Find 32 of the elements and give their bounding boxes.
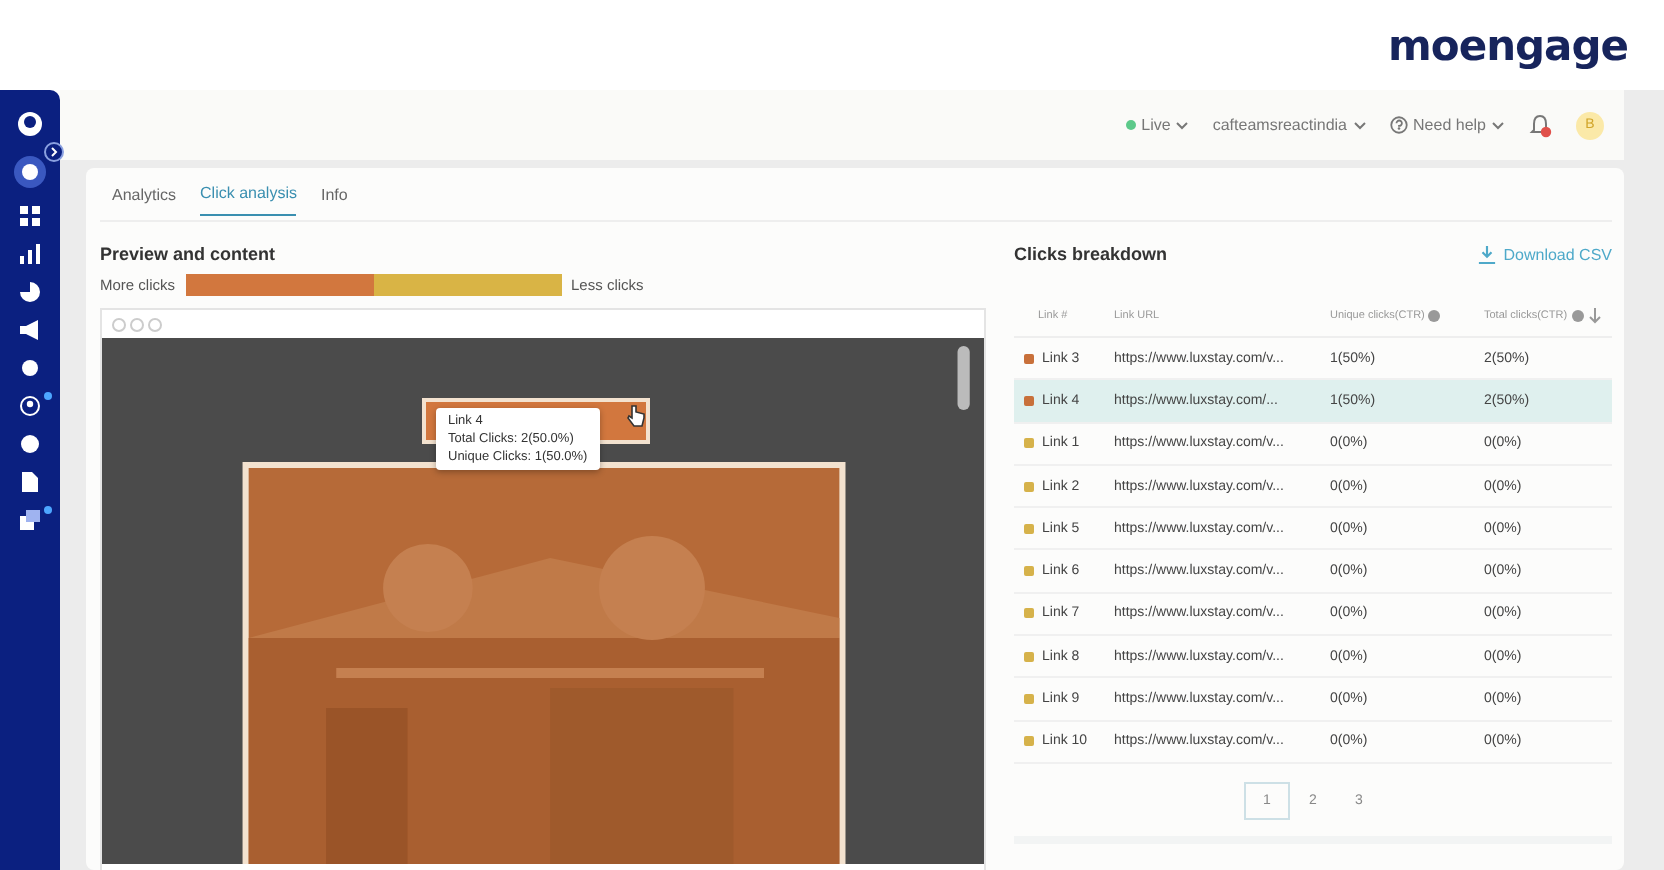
dot-icon[interactable] bbox=[20, 358, 40, 378]
doc-icon[interactable] bbox=[20, 472, 40, 492]
status-dropdown[interactable]: Live bbox=[1125, 116, 1189, 134]
tab[interactable]: Info bbox=[320, 173, 348, 215]
section-title: Preview and content bbox=[100, 244, 278, 264]
chevron-icon bbox=[1353, 121, 1366, 129]
megaphone-icon[interactable] bbox=[20, 320, 40, 340]
bars-icon[interactable] bbox=[20, 244, 40, 264]
user-icon[interactable] bbox=[16, 110, 44, 138]
chevron-icon bbox=[1492, 121, 1504, 129]
tab[interactable]: Analytics bbox=[112, 173, 177, 215]
expand-icon[interactable] bbox=[44, 142, 64, 162]
grid-icon[interactable] bbox=[20, 206, 40, 226]
tab[interactable]: Click analysis bbox=[200, 172, 297, 216]
notification-dot bbox=[44, 392, 52, 400]
info-icon bbox=[1571, 310, 1584, 322]
chevron-icon bbox=[1176, 121, 1189, 129]
hand-cursor-icon bbox=[626, 404, 646, 428]
workspace-dropdown[interactable]: cafteamsreactindia bbox=[1212, 116, 1366, 134]
info-icon bbox=[1428, 310, 1441, 322]
section-title: Clicks breakdown bbox=[1014, 244, 1168, 264]
window-dots-icon bbox=[112, 317, 164, 331]
help-icon bbox=[1389, 116, 1408, 134]
pie-icon[interactable] bbox=[20, 282, 40, 302]
notification-dot bbox=[44, 506, 52, 514]
brand-logo: moengage bbox=[1388, 21, 1628, 69]
status-dot bbox=[1125, 120, 1136, 130]
stack-icon[interactable] bbox=[20, 510, 40, 530]
sort-arrow-icon[interactable] bbox=[1587, 308, 1602, 324]
help-dropdown[interactable]: Need help bbox=[1389, 116, 1504, 134]
bell-icon[interactable] bbox=[1528, 113, 1552, 137]
download-icon bbox=[1477, 245, 1496, 263]
